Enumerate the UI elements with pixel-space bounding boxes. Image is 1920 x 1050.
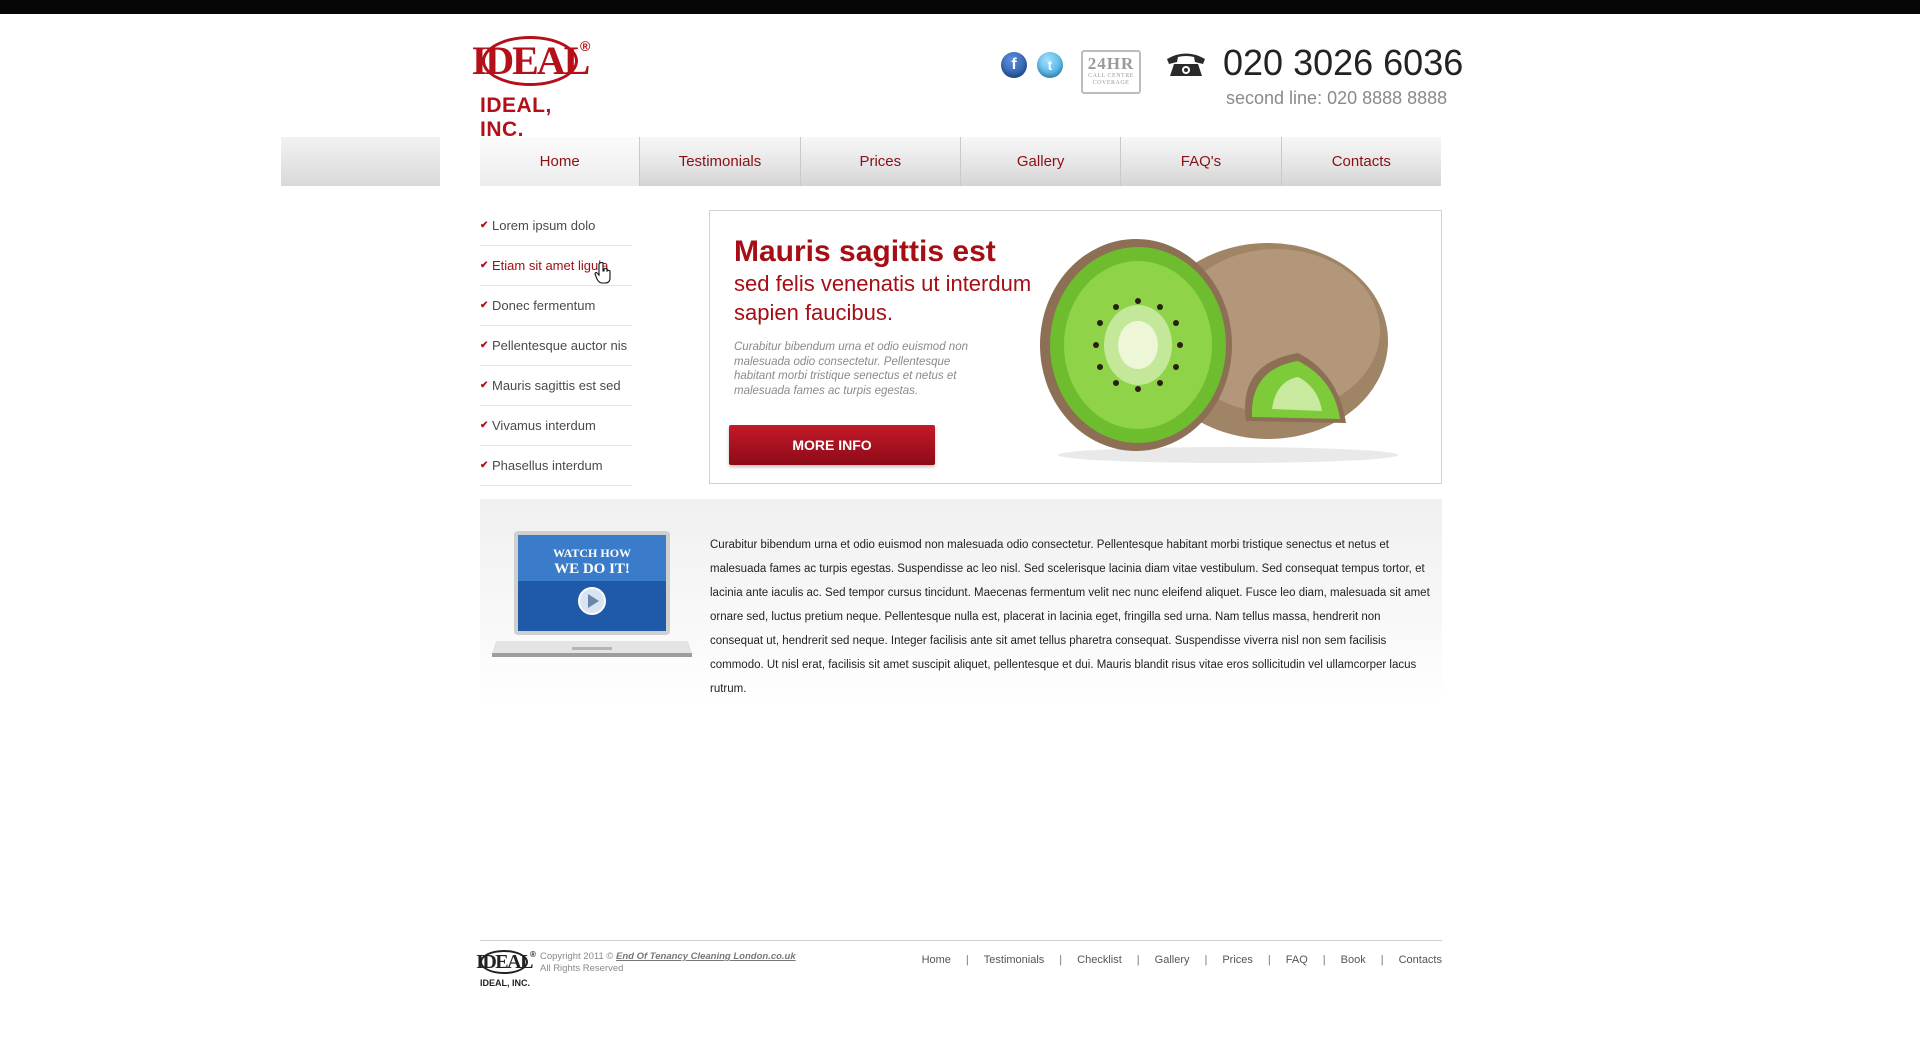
nav-contacts[interactable]: Contacts	[1281, 137, 1441, 186]
rights-text: All Rights Reserved	[540, 963, 624, 974]
sidebar-item[interactable]: ✔ Donec fermentum	[480, 286, 632, 326]
video-headline: WATCH HOW	[553, 546, 631, 560]
sidebar-item[interactable]: ✔ Phasellus interdum	[480, 446, 632, 486]
badge-24hr: 24HR	[1087, 54, 1135, 73]
sidebar-item[interactable]: ✔ Vivamus interdum	[480, 406, 632, 446]
nav-prices[interactable]: Prices	[800, 137, 961, 186]
check-icon: ✔	[480, 380, 489, 391]
footer-logo[interactable]: IDEAL ® IDEAL, INC.	[476, 950, 540, 992]
laptop-video-thumbnail[interactable]: WATCH HOW WE DO IT!	[492, 529, 692, 665]
footer-nav-separator: |	[1267, 954, 1271, 966]
footer-nav-contacts[interactable]: Contacts	[1399, 954, 1442, 966]
call-centre-badge: 24HR CALL CENTRE COVERAGE	[1081, 50, 1141, 94]
copyright: Copyright 2011 © End Of Tenancy Cleaning…	[540, 951, 796, 975]
footer-nav-prices[interactable]: Prices	[1222, 954, 1253, 966]
sidebar-item-label: Mauris sagittis est sed	[492, 378, 621, 393]
twitter-icon[interactable]: t	[1037, 52, 1063, 78]
footer-nav-separator: |	[1204, 954, 1208, 966]
footer-nav-faq[interactable]: FAQ	[1286, 954, 1308, 966]
copyright-prefix: Copyright 2011 ©	[540, 951, 614, 962]
facebook-icon[interactable]: f	[1001, 52, 1027, 78]
check-icon: ✔	[480, 340, 489, 351]
footer-nav-gallery[interactable]: Gallery	[1155, 954, 1190, 966]
banner-subtitle: sed felis venenatis ut interdum sapien f…	[734, 271, 1032, 325]
check-icon: ✔	[480, 420, 489, 431]
about-text: Curabitur bibendum urna et odio euismod …	[710, 539, 1430, 695]
footer-nav-separator: |	[1059, 954, 1063, 966]
sidebar-item[interactable]: ✔ Pellentesque auctor nis	[480, 326, 632, 366]
phone-icon	[1167, 53, 1205, 76]
check-icon: ✔	[480, 220, 489, 231]
about-section: WATCH HOW WE DO IT! Curabitur bibendum u…	[480, 499, 1442, 705]
footer-nav-checklist[interactable]: Checklist	[1077, 954, 1122, 966]
second-phone-line: second line: 020 8888 8888	[1226, 88, 1448, 108]
footer-nav-book[interactable]: Book	[1341, 954, 1366, 966]
badge-coverage: COVERAGE	[1092, 80, 1130, 86]
logo-mark: IDEAL	[472, 36, 590, 86]
hand-cursor-icon	[594, 262, 611, 284]
sidebar-item-label: Donec fermentum	[492, 298, 596, 313]
top-bar	[0, 0, 1920, 14]
nav-faqs[interactable]: FAQ's	[1121, 137, 1282, 186]
main-nav: Home Testimonials Prices Gallery FAQ's C…	[480, 137, 1441, 186]
sidebar-item-label: Vivamus interdum	[492, 418, 596, 433]
nav-home[interactable]: Home	[480, 137, 641, 186]
banner-body: Curabitur bibendum urna et odio euismod …	[734, 341, 968, 397]
nav-gallery[interactable]: Gallery	[960, 137, 1122, 186]
banner-title: Mauris sagittis est	[734, 235, 996, 268]
footer-logo-mark: IDEAL	[476, 950, 533, 974]
footer-divider	[480, 940, 1442, 941]
sidebar-item-label: Lorem ipsum dolo	[492, 218, 596, 233]
hero-banner: Mauris sagittis est sed felis venenatis …	[709, 210, 1442, 484]
check-icon: ✔	[480, 260, 489, 271]
video-headline-2: WE DO IT!	[554, 561, 630, 577]
footer-company-name: IDEAL, INC.	[480, 978, 531, 988]
footer-nav-separator: |	[1380, 954, 1384, 966]
logo-company-name: IDEAL, INC.	[480, 94, 552, 141]
more-info-button[interactable]: MORE INFO	[729, 425, 935, 465]
nav-left-decoration	[281, 137, 440, 186]
sidebar-item[interactable]: ✔ Lorem ipsum dolo	[480, 206, 632, 246]
footer-registered-mark: ®	[530, 950, 536, 959]
kiwi-image	[1040, 239, 1398, 463]
site-logo[interactable]: IDEAL ® IDEAL, INC.	[472, 34, 600, 141]
check-icon: ✔	[480, 460, 489, 471]
footer-nav: Home | Testimonials | Checklist | Galler…	[922, 954, 1442, 966]
footer-nav-home[interactable]: Home	[922, 954, 951, 966]
sidebar-item-label: Etiam sit amet ligula	[492, 258, 609, 273]
copyright-link[interactable]: End Of Tenancy Cleaning London.co.uk	[616, 951, 796, 962]
sidebar-item[interactable]: ✔ Mauris sagittis est sed	[480, 366, 632, 406]
sidebar-item[interactable]: ✔ Etiam sit amet ligula	[480, 246, 632, 286]
nav-testimonials[interactable]: Testimonials	[640, 137, 801, 186]
registered-mark: ®	[580, 38, 591, 54]
footer-nav-separator: |	[965, 954, 969, 966]
phone-number[interactable]: 020 3026 6036	[1223, 42, 1463, 84]
sidebar-item-label: Pellentesque auctor nis	[492, 338, 628, 353]
badge-call-centre: CALL CENTRE	[1088, 73, 1134, 79]
footer-nav-testimonials[interactable]: Testimonials	[984, 954, 1045, 966]
sidebar-item-label: Phasellus interdum	[492, 458, 603, 473]
footer-nav-separator: |	[1136, 954, 1140, 966]
sidebar-menu: ✔ Lorem ipsum dolo ✔ Etiam sit amet ligu…	[480, 206, 632, 486]
footer-nav-separator: |	[1322, 954, 1326, 966]
check-icon: ✔	[480, 300, 489, 311]
